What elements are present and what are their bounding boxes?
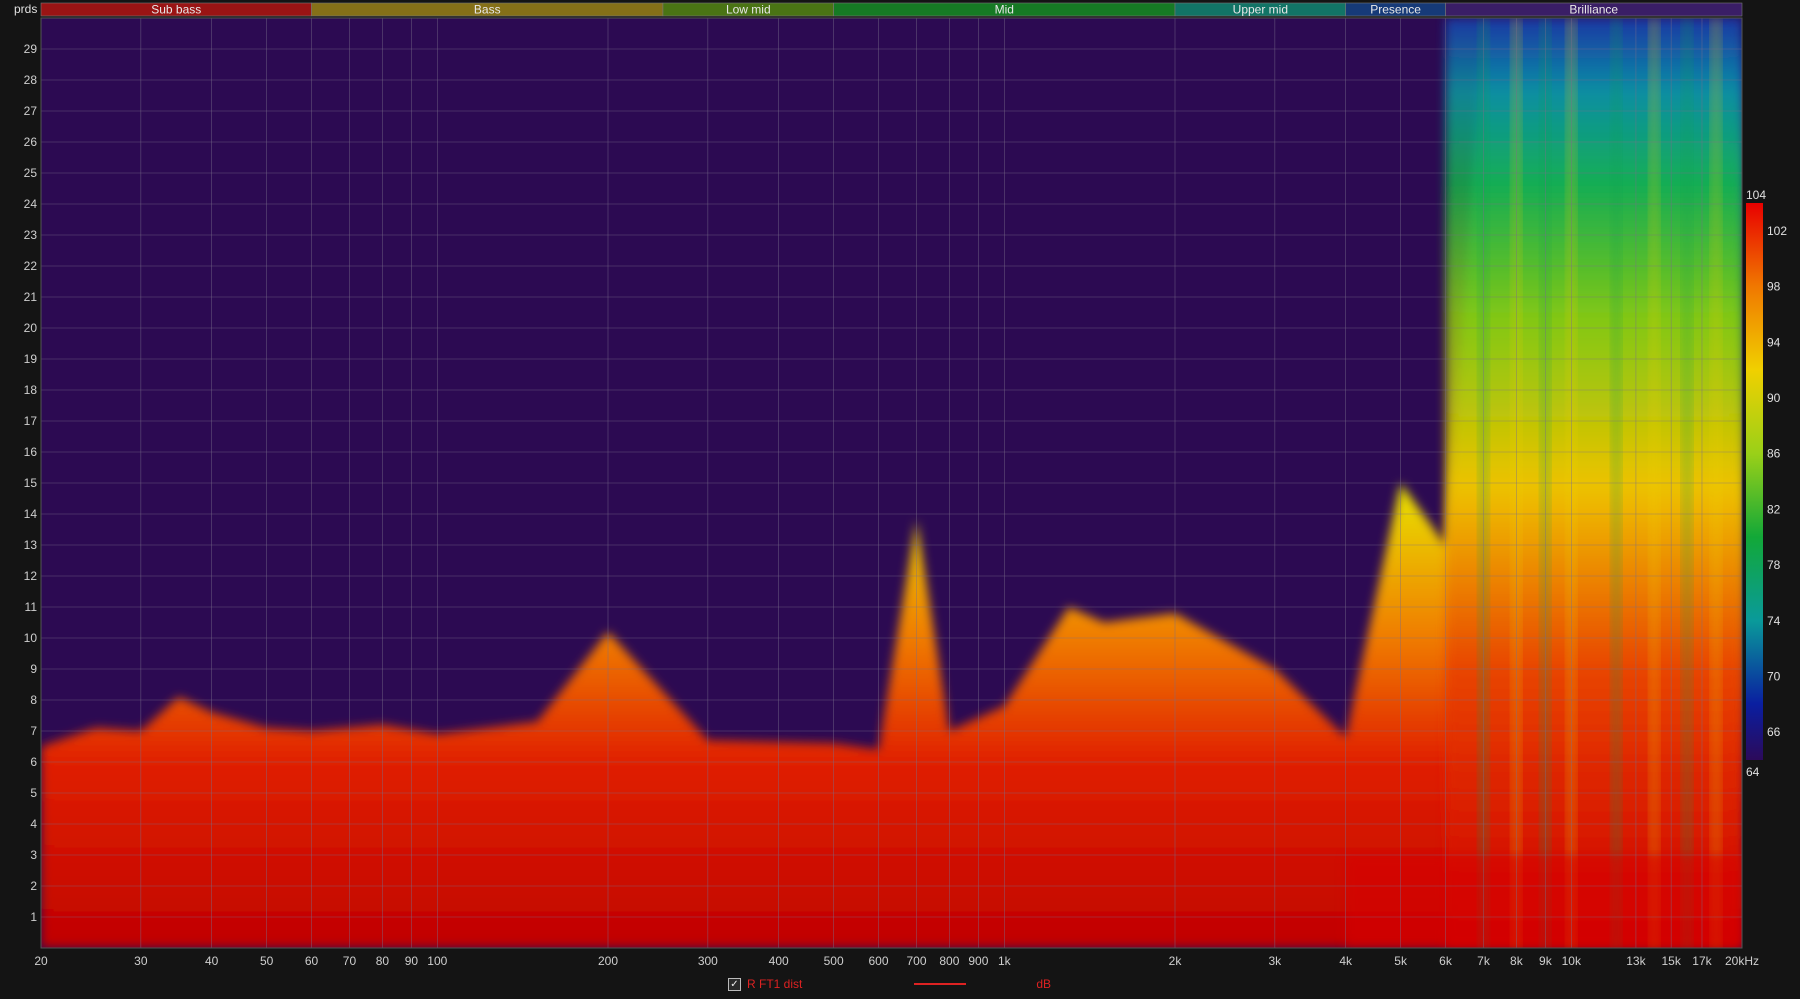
colorbar-tick-label: 82 bbox=[1767, 502, 1781, 516]
frequency-band-bar: Sub bass Bass Low mid Mid Upper mid Presence B… bbox=[40, 3, 1743, 17]
band-label: Low mid bbox=[726, 3, 771, 17]
x-tick-label: 30 bbox=[134, 954, 148, 968]
x-tick-label: 20 bbox=[34, 954, 48, 968]
y-tick-label: 17 bbox=[24, 414, 38, 428]
y-tick-label: 4 bbox=[30, 817, 37, 831]
x-tick-label: 500 bbox=[824, 954, 844, 968]
y-tick-label: 22 bbox=[24, 259, 38, 273]
x-tick-label: 70 bbox=[343, 954, 357, 968]
x-tick-label: 6k bbox=[1439, 954, 1453, 968]
colorbar-tick-label: 102 bbox=[1767, 224, 1787, 238]
y-tick-label: 23 bbox=[24, 228, 38, 242]
x-tick-label: 300 bbox=[698, 954, 718, 968]
colorbar-gradient bbox=[1746, 203, 1763, 760]
y-tick-label: 14 bbox=[24, 507, 38, 521]
x-tick-label: 40 bbox=[205, 954, 219, 968]
y-tick-label: 20 bbox=[24, 321, 38, 335]
x-axis-ticks: 20 30 40 50 60 70 80 90 100 200 300 400 500 600 700 800… bbox=[34, 954, 1759, 968]
y-tick-label: 26 bbox=[24, 135, 38, 149]
band-label: Bass bbox=[474, 3, 501, 17]
trace-line-swatch bbox=[914, 983, 967, 985]
y-axis-ticks: 1234567891011121314151617181920212223242… bbox=[24, 42, 38, 924]
y-tick-label: 19 bbox=[24, 352, 38, 366]
colorbar-tick-label: 86 bbox=[1767, 447, 1781, 461]
colorbar-tick-label: 74 bbox=[1767, 614, 1781, 628]
band-label: Mid bbox=[995, 3, 1014, 17]
colorbar-tick-label: 64 bbox=[1746, 765, 1760, 779]
band-label: Upper mid bbox=[1233, 3, 1288, 17]
band-label: Brilliance bbox=[1569, 3, 1618, 17]
colorbar-tick-label: 104 bbox=[1746, 188, 1766, 202]
y-tick-label: 18 bbox=[24, 383, 38, 397]
x-tick-label: 50 bbox=[260, 954, 274, 968]
x-tick-label: 20kHz bbox=[1725, 954, 1759, 968]
y-axis-unit-label: prds bbox=[14, 2, 37, 16]
y-tick-label: 10 bbox=[24, 631, 38, 645]
y-tick-label: 7 bbox=[30, 724, 37, 738]
y-tick-label: 12 bbox=[24, 569, 38, 583]
colorbar-tick-label: 98 bbox=[1767, 280, 1781, 294]
x-tick-label: 7k bbox=[1477, 954, 1491, 968]
colorbar: 104 102 98 94 90 86 82 78 74 70 66 64 bbox=[1746, 188, 1787, 779]
x-tick-label: 100 bbox=[427, 954, 447, 968]
band-label: Presence bbox=[1370, 3, 1421, 17]
y-tick-label: 29 bbox=[24, 42, 38, 56]
trace-checkbox[interactable]: ✓ bbox=[728, 977, 741, 991]
x-tick-label: 13k bbox=[1626, 954, 1646, 968]
x-tick-label: 800 bbox=[939, 954, 959, 968]
y-tick-label: 5 bbox=[30, 786, 37, 800]
y-tick-label: 3 bbox=[30, 848, 37, 862]
y-tick-label: 8 bbox=[30, 693, 37, 707]
x-tick-label: 80 bbox=[376, 954, 390, 968]
y-tick-label: 25 bbox=[24, 166, 38, 180]
x-tick-label: 700 bbox=[906, 954, 926, 968]
x-tick-label: 900 bbox=[968, 954, 988, 968]
colorbar-tick-label: 78 bbox=[1767, 558, 1781, 572]
spectrogram-chart: Sub bass Bass Low mid Mid Upper mid Presence B… bbox=[14, 2, 1787, 968]
y-tick-label: 11 bbox=[25, 600, 38, 614]
legend: ✓ R FT1 dist dB bbox=[728, 975, 1051, 993]
x-tick-label: 15k bbox=[1661, 954, 1681, 968]
y-tick-label: 28 bbox=[24, 73, 38, 87]
trace-label: R FT1 dist bbox=[747, 977, 803, 991]
legend-unit-label: dB bbox=[1036, 977, 1052, 991]
colorbar-tick-label: 90 bbox=[1767, 391, 1781, 405]
y-tick-label: 13 bbox=[24, 538, 38, 552]
x-tick-label: 60 bbox=[305, 954, 319, 968]
x-tick-label: 2k bbox=[1169, 954, 1183, 968]
band-label: Sub bass bbox=[151, 3, 201, 17]
y-tick-label: 15 bbox=[24, 476, 38, 490]
colorbar-tick-label: 70 bbox=[1767, 669, 1781, 683]
x-tick-label: 90 bbox=[405, 954, 419, 968]
x-tick-label: 4k bbox=[1339, 954, 1353, 968]
x-tick-label: 17k bbox=[1692, 954, 1712, 968]
y-tick-label: 2 bbox=[30, 879, 37, 893]
y-tick-label: 9 bbox=[30, 662, 37, 676]
x-tick-label: 10k bbox=[1562, 954, 1582, 968]
x-tick-label: 1k bbox=[998, 954, 1012, 968]
x-tick-label: 200 bbox=[598, 954, 618, 968]
x-tick-label: 3k bbox=[1269, 954, 1283, 968]
colorbar-tick-label: 94 bbox=[1767, 335, 1781, 349]
x-tick-label: 8k bbox=[1510, 954, 1524, 968]
y-tick-label: 27 bbox=[24, 104, 38, 118]
y-tick-label: 6 bbox=[30, 755, 37, 769]
y-tick-label: 21 bbox=[24, 290, 38, 304]
x-tick-label: 5k bbox=[1394, 954, 1408, 968]
x-tick-label: 9k bbox=[1539, 954, 1553, 968]
x-tick-label: 400 bbox=[769, 954, 789, 968]
y-tick-label: 16 bbox=[24, 445, 38, 459]
colorbar-tick-label: 66 bbox=[1767, 725, 1781, 739]
hot-base bbox=[1345, 855, 1742, 948]
y-tick-label: 24 bbox=[24, 197, 38, 211]
x-tick-label: 600 bbox=[869, 954, 889, 968]
y-tick-label: 1 bbox=[30, 910, 37, 924]
